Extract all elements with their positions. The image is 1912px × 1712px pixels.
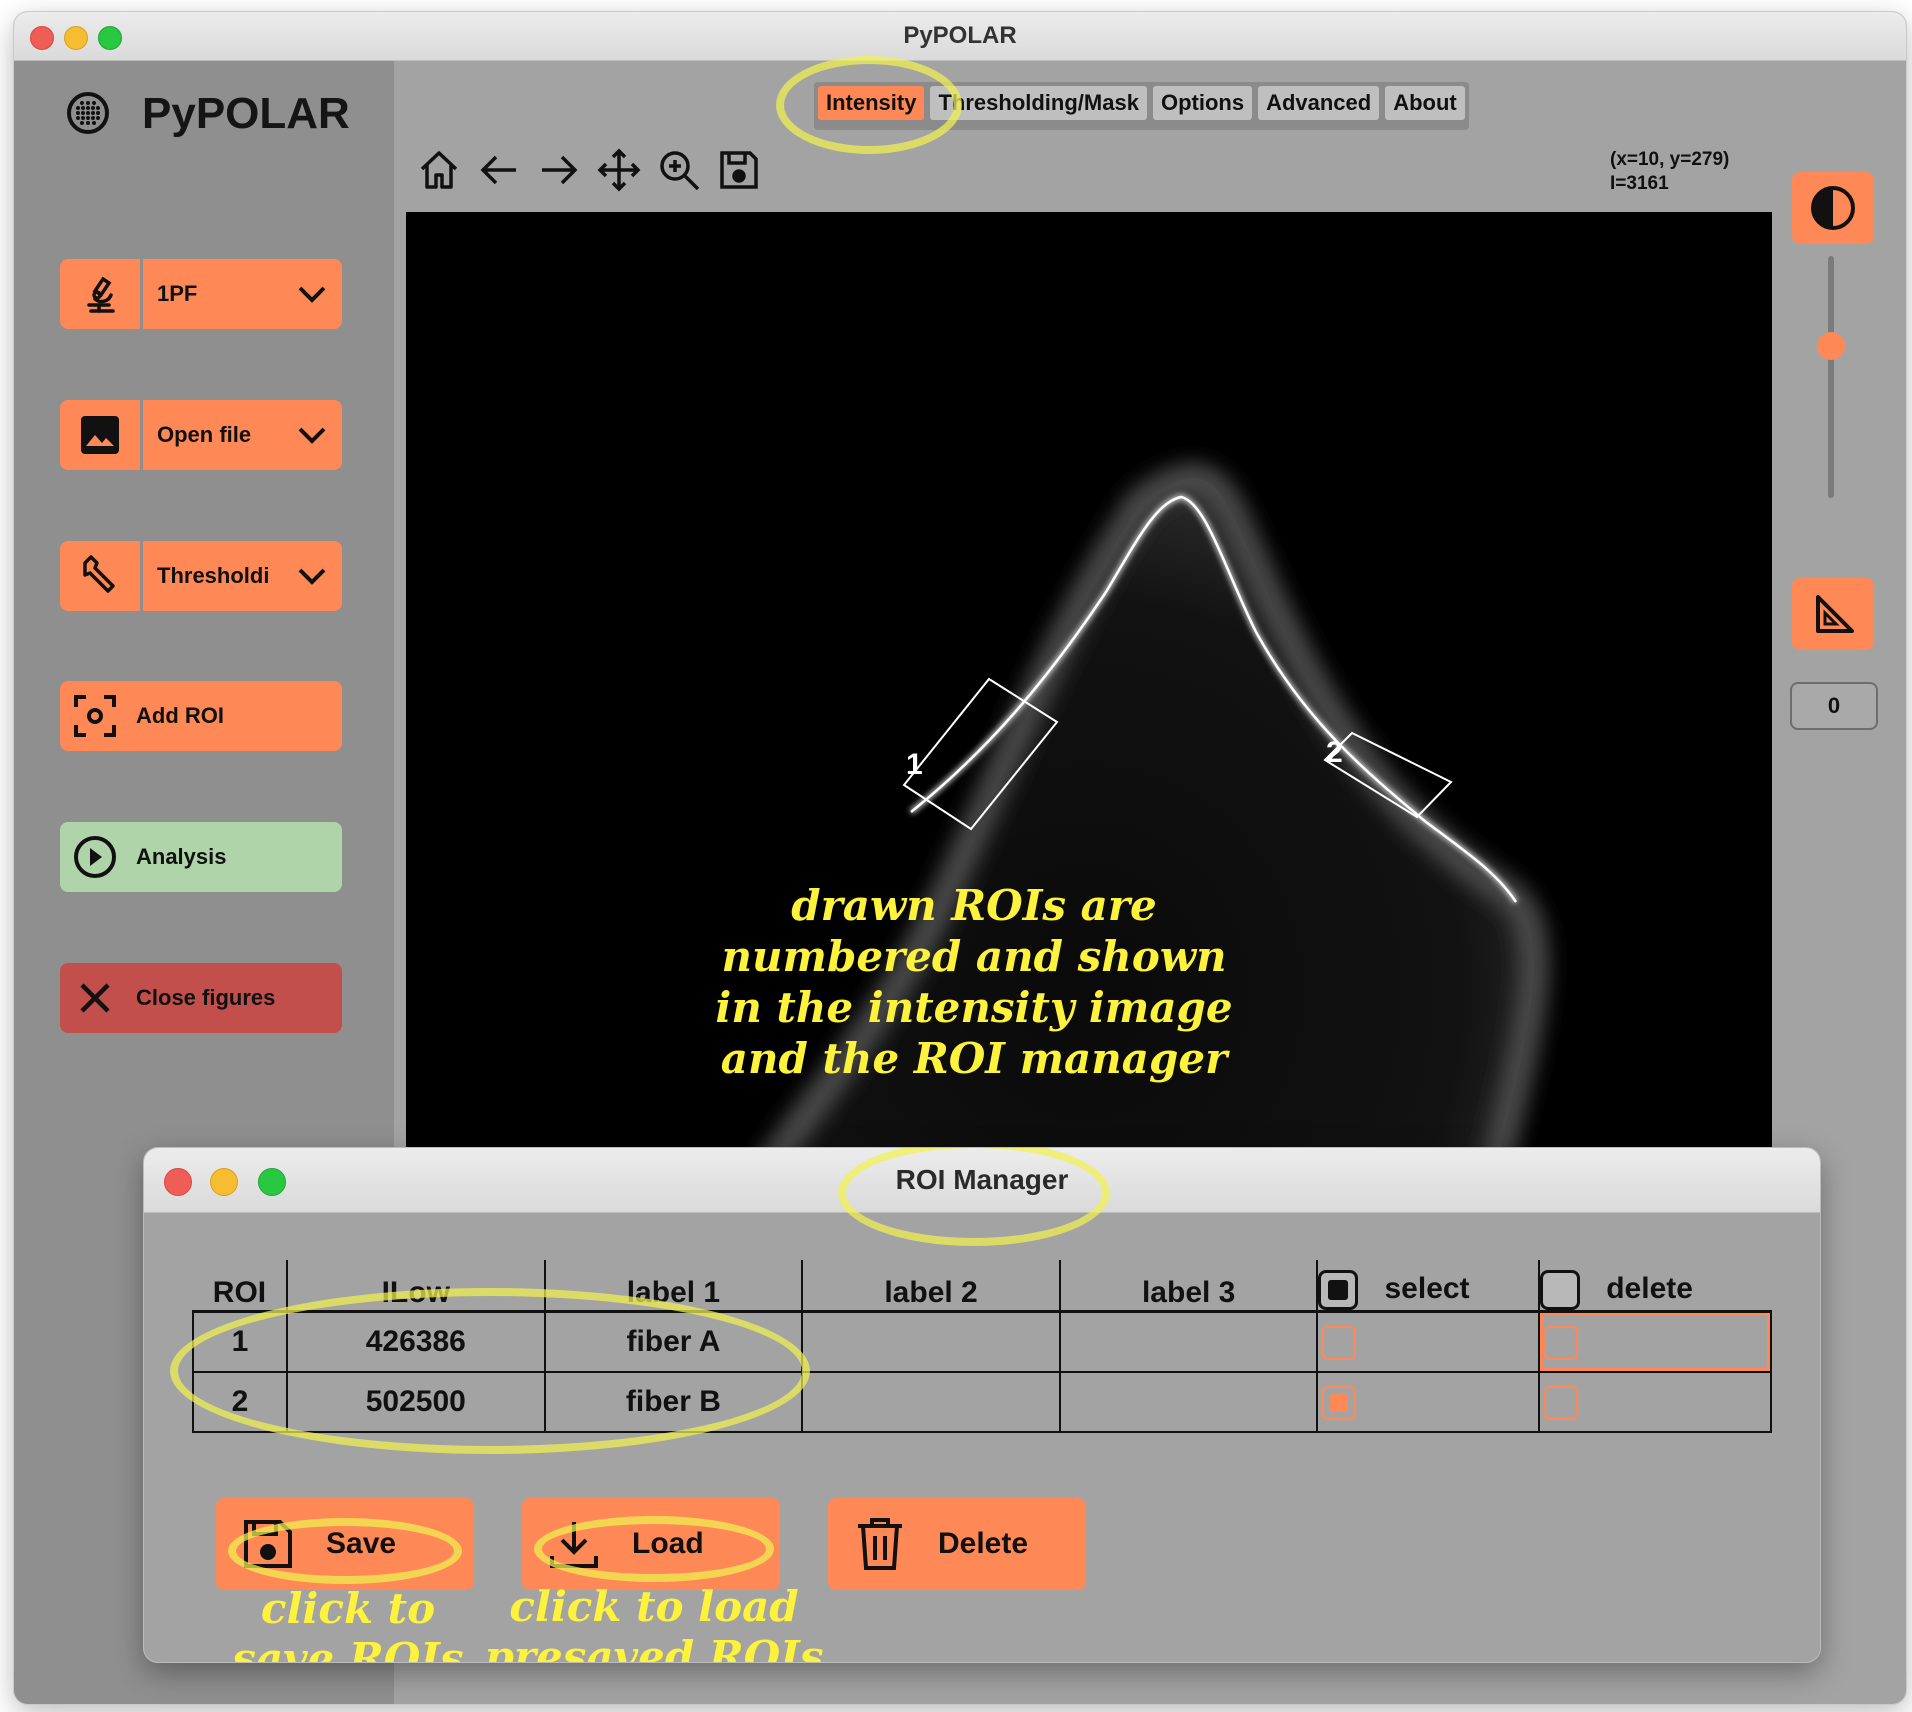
label1-cell[interactable]: fiber A (543, 1310, 804, 1373)
wrench-icon (60, 541, 143, 611)
set-square-icon (1816, 595, 1854, 633)
column-header-roi: ROI (212, 1276, 267, 1309)
thresholding-label: Thresholdi (157, 563, 270, 588)
label2-cell[interactable] (801, 1371, 1061, 1433)
chevron-down-icon (282, 284, 342, 304)
analysis-button[interactable]: Analysis (60, 822, 342, 892)
close-figures-label: Close figures (136, 985, 276, 1010)
roi-1-label: 1 (906, 748, 923, 781)
delete-checkbox[interactable] (1544, 1385, 1579, 1420)
delete-cell (1538, 1310, 1772, 1373)
save-icon[interactable] (714, 142, 764, 198)
analysis-label: Analysis (136, 844, 227, 869)
ruler-button[interactable] (1792, 578, 1874, 650)
column-header-label2: label 2 (801, 1260, 1060, 1312)
select-all-checkbox[interactable] (1318, 1270, 1359, 1310)
trash-icon (858, 1518, 902, 1570)
roi-target-icon (60, 681, 130, 751)
tab-about[interactable]: About (1385, 86, 1465, 120)
label1-cell[interactable]: fiber B (543, 1371, 804, 1433)
select-cell (1316, 1371, 1541, 1433)
cursor-intensity: I=3161 (1610, 173, 1669, 194)
microscope-icon (60, 259, 143, 329)
tab-bar: Intensity Thresholding/Mask Options Adva… (814, 82, 1469, 130)
contrast-button[interactable] (1792, 172, 1874, 244)
title-bar: PyPOLAR (14, 12, 1906, 61)
delete-checkbox[interactable] (1544, 1325, 1579, 1360)
table-row: 1 426386 fiber A (192, 1310, 1772, 1373)
ilow-cell: 502500 (285, 1371, 546, 1433)
column-header-label1: label 1 (543, 1260, 803, 1312)
chevron-down-icon (282, 425, 342, 445)
delete-cell (1538, 1371, 1772, 1433)
delete-label: Delete (938, 1527, 1029, 1560)
save-label: Save (326, 1527, 397, 1560)
open-file-dropdown[interactable]: Open file (60, 400, 342, 470)
tab-intensity[interactable]: Intensity (818, 86, 925, 120)
zoom-icon[interactable] (654, 142, 704, 198)
label2-cell[interactable] (801, 1310, 1061, 1373)
contrast-slider-track[interactable] (1828, 256, 1834, 498)
roi-manager-window: ROI Manager ROI ILow label 1 label 2 lab… (144, 1148, 1820, 1662)
delete-rois-button[interactable]: Delete (828, 1498, 1086, 1590)
load-label: Load (632, 1527, 704, 1560)
save-annotation: click to save ROIs (232, 1584, 464, 1662)
contrast-icon (1811, 186, 1855, 230)
cursor-readout: (x=10, y=279) I=3161 (1610, 148, 1729, 196)
roi-manager-title-bar: ROI Manager (144, 1148, 1820, 1213)
back-arrow-icon[interactable] (474, 142, 524, 198)
method-dropdown[interactable]: 1PF (60, 259, 342, 329)
open-file-label: Open file (157, 422, 252, 447)
select-cell (1316, 1310, 1541, 1373)
plot-toolbar (414, 142, 764, 202)
save-rois-button[interactable]: Save (216, 1498, 474, 1590)
image-annotation: drawn ROIs are numbered and shown in the… (715, 881, 1233, 1083)
window-title: PyPOLAR (903, 22, 1017, 49)
label3-cell[interactable] (1058, 1371, 1319, 1433)
app-logo-text: PyPOLAR (142, 89, 350, 138)
load-rois-button[interactable]: Load (522, 1498, 780, 1590)
method-label: 1PF (157, 281, 198, 306)
forward-arrow-icon[interactable] (534, 142, 584, 198)
roi-2-label: 2 (1326, 736, 1343, 769)
contrast-slider-handle[interactable] (1817, 332, 1845, 360)
column-header-ilow: ILow (285, 1260, 545, 1312)
select-checkbox[interactable] (1322, 1325, 1357, 1360)
tab-advanced[interactable]: Advanced (1258, 86, 1380, 120)
table-header-row: ROI ILow label 1 label 2 label 3 select … (193, 1260, 1771, 1312)
delete-header-label: delete (1606, 1271, 1693, 1305)
roi-manager-title: ROI Manager (895, 1164, 1069, 1195)
ilow-cell: 426386 (285, 1310, 546, 1373)
pan-icon[interactable] (594, 142, 644, 198)
home-icon[interactable] (414, 142, 464, 198)
play-circle-icon (60, 822, 130, 892)
roi-number-cell: 2 (192, 1371, 288, 1433)
roi-counter: 0 (1790, 682, 1878, 730)
add-roi-button[interactable]: Add ROI (60, 681, 342, 751)
roi-table: ROI ILow label 1 label 2 label 3 select … (192, 1260, 1772, 1433)
download-icon (550, 1522, 598, 1568)
load-annotation: click to load presaved ROIs (484, 1582, 824, 1662)
roi-number-cell: 1 (192, 1310, 288, 1373)
column-header-select: select (1316, 1260, 1540, 1312)
image-icon (60, 400, 143, 470)
close-figures-button[interactable]: Close figures (60, 963, 342, 1033)
tab-thresholding-mask[interactable]: Thresholding/Mask (930, 86, 1147, 120)
thresholding-dropdown[interactable]: Thresholdi (60, 541, 342, 611)
cursor-coordinates: (x=10, y=279) (1610, 149, 1730, 170)
tab-options[interactable]: Options (1152, 86, 1253, 120)
chevron-down-icon (282, 566, 342, 586)
close-icon (60, 963, 130, 1033)
save-icon (244, 1520, 292, 1568)
add-roi-label: Add ROI (136, 703, 224, 728)
delete-all-checkbox[interactable] (1540, 1270, 1581, 1310)
column-header-delete: delete (1538, 1260, 1771, 1312)
table-row: 2 502500 fiber B (192, 1371, 1772, 1433)
logo-icon (67, 92, 109, 134)
label3-cell[interactable] (1058, 1310, 1319, 1373)
select-checkbox[interactable] (1322, 1385, 1357, 1420)
select-header-label: select (1384, 1271, 1470, 1305)
column-header-label3: label 3 (1058, 1260, 1318, 1312)
